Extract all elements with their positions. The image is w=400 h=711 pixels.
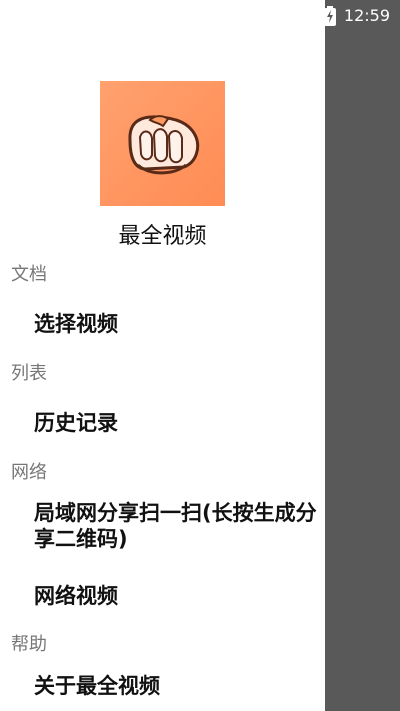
status-time: 12:59 (343, 6, 390, 25)
section-title-help: 帮助 (11, 634, 47, 655)
menu-item-lan-share[interactable]: 局域网分享扫一扫(长按生成分享二维码) (34, 500, 319, 552)
menu-item-about[interactable]: 关于最全视频 (34, 673, 319, 699)
menu-item-history[interactable]: 历史记录 (34, 410, 319, 436)
menu-item-network-video[interactable]: 网络视频 (34, 583, 319, 609)
section-title-documents: 文档 (11, 264, 47, 285)
drawer-header: 最全视频 (0, 0, 325, 260)
section-title-network: 网络 (11, 462, 47, 483)
app-name: 最全视频 (118, 224, 207, 249)
menu-item-select-video[interactable]: 选择视频 (34, 311, 319, 337)
app-logo (100, 81, 225, 206)
battery-charging-icon (323, 5, 336, 26)
fist-icon (120, 107, 206, 181)
section-title-list: 列表 (11, 363, 47, 384)
navigation-drawer: 最全视频 文档 选择视频 列表 历史记录 网络 局域网分享扫一扫(长按生成分享二… (0, 0, 325, 711)
